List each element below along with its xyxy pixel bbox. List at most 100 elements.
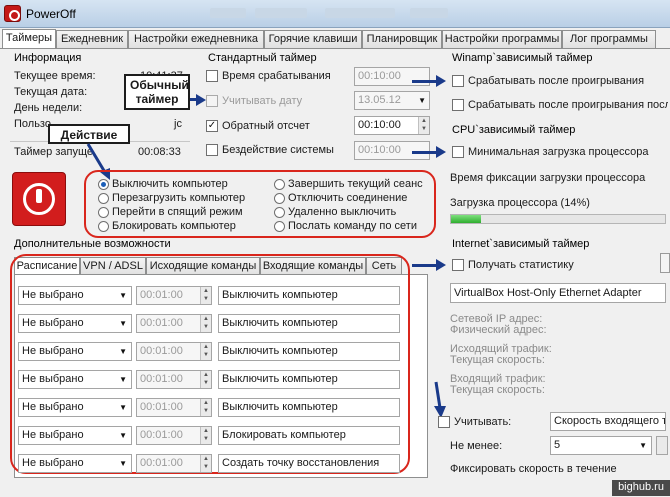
- consider-checkbox[interactable]: [438, 416, 450, 428]
- cpu-min-load-checkbox[interactable]: [452, 146, 464, 158]
- chevron-down-icon: ▼: [639, 441, 647, 450]
- spin-arrows-icon[interactable]: ▲ ▼: [200, 427, 211, 444]
- schedule-day-select[interactable]: Не выбрано ▼: [18, 454, 132, 473]
- chevron-down-icon: ▼: [119, 431, 127, 440]
- tab-planner-settings[interactable]: Настройки ежедневника: [128, 30, 264, 48]
- schedule-action-select[interactable]: Выключить компьютер: [218, 342, 400, 361]
- schedule-time-input[interactable]: 00:01:00 ▲ ▼: [136, 314, 212, 333]
- schedule-action-select[interactable]: Блокировать компьютер: [218, 426, 400, 445]
- chevron-down-icon: ▼: [119, 403, 127, 412]
- radio-shutdown[interactable]: [98, 179, 109, 190]
- consider-date-checkbox[interactable]: [206, 95, 218, 107]
- tab-planner[interactable]: Ежедневник: [56, 30, 128, 48]
- timer-started-label: Таймер запуще: [14, 146, 94, 158]
- radio-sleep[interactable]: [98, 207, 109, 218]
- blurred-title-decoration: [410, 8, 448, 18]
- schedule-day-select[interactable]: Не выбрано ▼: [18, 342, 132, 361]
- schedule-day-select[interactable]: Не выбрано ▼: [18, 314, 132, 333]
- in-speed-label: Текущая скорость:: [450, 384, 545, 396]
- schedule-action-select[interactable]: Выключить компьютер: [218, 314, 400, 333]
- schedule-action-select[interactable]: Создать точку восстановления: [218, 454, 400, 473]
- schedule-action-select[interactable]: Выключить компьютер: [218, 370, 400, 389]
- action-sleep-label: Перейти в спящий режим: [112, 206, 243, 218]
- cpu-fix-time-label: Время фиксации загрузки процессора: [450, 172, 646, 184]
- radio-lock[interactable]: [98, 221, 109, 232]
- action-reboot-label: Перезагрузить компьютер: [112, 192, 246, 204]
- schedule-day-select[interactable]: Не выбрано ▼: [18, 370, 132, 389]
- schedule-time-input[interactable]: 00:01:00 ▲ ▼: [136, 286, 212, 305]
- info-group-title: Информация: [12, 52, 84, 64]
- get-stats-label: Получать статистику: [468, 259, 574, 271]
- spin-arrows-icon[interactable]: ▲ ▼: [418, 117, 429, 134]
- cpu-load-label: Загрузка процессора (14%): [450, 197, 590, 209]
- schedule-day-select[interactable]: Не выбрано ▼: [18, 426, 132, 445]
- action-shutdown-label: Выключить компьютер: [112, 178, 228, 190]
- min-speed-button[interactable]: [656, 436, 668, 455]
- get-stats-checkbox[interactable]: [452, 259, 464, 271]
- action-logoff-label: Завершить текущий сеанс: [288, 178, 423, 190]
- radio-logoff[interactable]: [274, 179, 285, 190]
- title-bar: PowerOff: [0, 0, 670, 28]
- schedule-day-select[interactable]: Не выбрано ▼: [18, 286, 132, 305]
- schedule-action-select[interactable]: Выключить компьютер: [218, 286, 400, 305]
- adapter-select[interactable]: VirtualBox Host-Only Ethernet Adapter: [450, 283, 666, 303]
- timer-started-value: 00:08:33: [138, 146, 181, 158]
- tab-program-log[interactable]: Лог программы: [562, 30, 656, 48]
- winamp-after-play-label: Срабатывать после проигрывания: [468, 75, 645, 87]
- min-speed-select[interactable]: 5 ▼: [550, 436, 652, 455]
- spin-arrows-icon[interactable]: ▲ ▼: [200, 315, 211, 332]
- spin-arrows-icon[interactable]: ▲ ▼: [200, 287, 211, 304]
- poweroff-app-icon: [4, 5, 21, 22]
- radio-send-command[interactable]: [274, 221, 285, 232]
- cpu-load-progress: [450, 214, 666, 224]
- schedule-action-select[interactable]: Выключить компьютер: [218, 398, 400, 417]
- action-lock-label: Блокировать компьютер: [112, 220, 236, 232]
- countdown-input[interactable]: 00:10:00 ▲ ▼: [354, 116, 430, 135]
- spin-arrows-icon[interactable]: ▲ ▼: [200, 455, 211, 472]
- action-disconnect-label: Отключить соединение: [288, 192, 408, 204]
- countdown-checkbox[interactable]: ✓: [206, 120, 218, 132]
- tab-timers[interactable]: Таймеры: [2, 29, 56, 49]
- schedule-time-input[interactable]: 00:01:00 ▲ ▼: [136, 370, 212, 389]
- trigger-time-input[interactable]: 00:10:00: [354, 67, 430, 86]
- consider-date-input[interactable]: 13.05.12 ▼: [354, 91, 430, 110]
- tab-hotkeys[interactable]: Горячие клавиши: [264, 30, 362, 48]
- schedule-day-select[interactable]: Не выбрано ▼: [18, 398, 132, 417]
- radio-reboot[interactable]: [98, 193, 109, 204]
- schedule-time-input[interactable]: 00:01:00 ▲ ▼: [136, 426, 212, 445]
- schedule-time-input[interactable]: 00:01:00 ▲ ▼: [136, 398, 212, 417]
- spin-arrows-icon[interactable]: ▲ ▼: [200, 371, 211, 388]
- stats-button[interactable]: [660, 253, 670, 273]
- winamp-after-playlist-checkbox[interactable]: [452, 99, 464, 111]
- fix-speed-label: Фиксировать скорость в течение: [450, 463, 617, 475]
- countdown-label: Обратный отсчет: [222, 120, 310, 132]
- internet-group-title: Internet`зависимый таймер: [450, 238, 592, 250]
- extra-group-title: Дополнительные возможности: [12, 238, 173, 250]
- chevron-down-icon: ▼: [119, 375, 127, 384]
- radio-remote-shutdown[interactable]: [274, 207, 285, 218]
- tab-program-settings[interactable]: Настройки программы: [442, 30, 562, 48]
- simple-timer-callout: Обычный таймер: [124, 74, 190, 110]
- action-callout: Действие: [48, 124, 130, 144]
- winamp-after-playlist-label: Срабатывать после проигрывания после: [468, 99, 668, 111]
- cpu-min-load-label: Минимальная загрузка процессора: [468, 146, 649, 158]
- current-date-label: Текущая дата:: [14, 86, 88, 98]
- radio-disconnect[interactable]: [274, 193, 285, 204]
- tab-scheduler[interactable]: Планировщик: [362, 30, 442, 48]
- watermark: bighub.ru: [612, 480, 670, 496]
- trigger-time-checkbox[interactable]: [206, 70, 218, 82]
- cpu-group-title: CPU`зависимый таймер: [450, 124, 578, 136]
- cpu-arrow-head: [436, 146, 446, 158]
- action-remote-shutdown-label: Удаленно выключить: [288, 206, 397, 218]
- power-button-icon[interactable]: [12, 172, 66, 226]
- consider-arrow: [434, 381, 446, 418]
- consider-select[interactable]: Скорость входящего т: [550, 412, 666, 431]
- blurred-title-decoration: [210, 8, 246, 18]
- schedule-time-input[interactable]: 00:01:00 ▲ ▼: [136, 454, 212, 473]
- window-title: PowerOff: [26, 7, 76, 21]
- schedule-time-input[interactable]: 00:01:00 ▲ ▼: [136, 342, 212, 361]
- idle-checkbox[interactable]: [206, 144, 218, 156]
- spin-arrows-icon[interactable]: ▲ ▼: [200, 343, 211, 360]
- winamp-after-play-checkbox[interactable]: [452, 75, 464, 87]
- spin-arrows-icon[interactable]: ▲ ▼: [200, 399, 211, 416]
